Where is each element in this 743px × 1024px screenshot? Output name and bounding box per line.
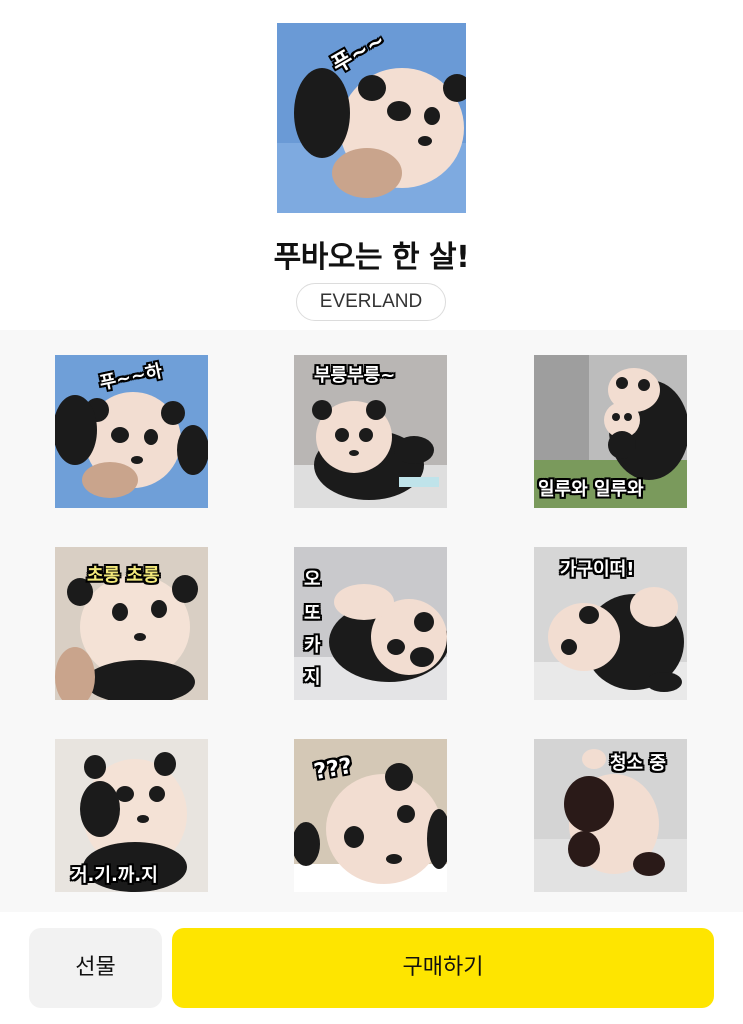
sticker-caption: 청소 중: [610, 753, 666, 774]
sticker-caption-line: 오: [304, 569, 321, 590]
sticker-pack-page: 푸~~ 푸바오는 한 살! EVERLAND 푸~~하 부릉부릉~ 일루와 일루…: [0, 0, 743, 1024]
brand-chip[interactable]: EVERLAND: [296, 283, 446, 321]
sticker-item[interactable]: 오 또 카 지: [294, 547, 447, 700]
pack-cover-image: 푸~~: [277, 23, 466, 213]
sticker-item[interactable]: 일루와 일루와: [534, 355, 687, 508]
buy-button[interactable]: 구매하기: [172, 928, 714, 1008]
pack-header: 푸~~ 푸바오는 한 살! EVERLAND: [0, 0, 743, 330]
sticker-item[interactable]: 거.기.까.지: [55, 739, 208, 892]
sticker-item[interactable]: 청소 중: [534, 739, 687, 892]
sticker-caption: 부릉부릉~: [314, 365, 396, 386]
gift-button[interactable]: 선물: [29, 928, 162, 1008]
sticker-item[interactable]: ???: [294, 739, 447, 892]
purchase-bar: 선물 구매하기: [0, 912, 743, 1024]
sticker-caption: 가구이떠!: [560, 559, 635, 580]
sticker-item[interactable]: 부릉부릉~: [294, 355, 447, 508]
sticker-item[interactable]: 가구이떠!: [534, 547, 687, 700]
sticker-caption: 일루와 일루와: [538, 479, 644, 500]
pack-title: 푸바오는 한 살!: [273, 240, 470, 275]
sticker-item[interactable]: 푸~~하: [55, 355, 208, 508]
sticker-caption-line: 카: [304, 635, 321, 656]
sticker-caption-line: 지: [304, 667, 321, 688]
sticker-caption: 거.기.까.지: [71, 865, 158, 886]
sticker-grid: 푸~~하 부릉부릉~ 일루와 일루와 초롱 초롱 오 또 카 지 가구이떠! 거…: [0, 330, 743, 912]
sticker-caption: 초롱 초롱: [87, 565, 160, 586]
sticker-caption-line: 또: [304, 603, 321, 624]
sticker-item[interactable]: 초롱 초롱: [55, 547, 208, 700]
